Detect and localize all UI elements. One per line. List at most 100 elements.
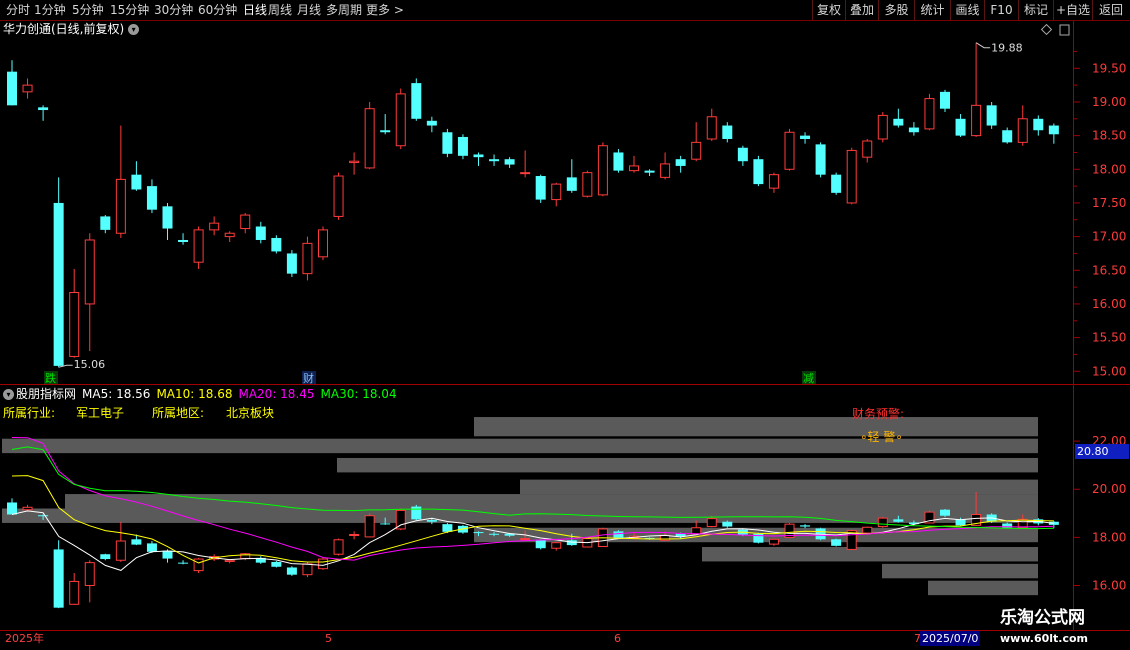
price-axis-label: 19.00: [1092, 95, 1126, 109]
ind-candle-body: [551, 542, 562, 549]
ind-candle-body: [411, 506, 422, 520]
ind-candle-body: [115, 540, 126, 561]
candle-body: [1033, 118, 1044, 131]
ind-candle-body: [940, 509, 950, 516]
date-axis-may: 5: [325, 632, 332, 645]
ind-candle-body: [349, 533, 360, 536]
ind-candle-body: [286, 567, 297, 575]
candle-body: [504, 159, 515, 165]
main-chart-title: 华力创通(日线,前复权) ▾: [3, 21, 140, 37]
candle-body: [209, 222, 220, 231]
ind-candle-body: [691, 527, 702, 535]
price-axis-label: 19.50: [1092, 61, 1126, 75]
candle-body: [908, 127, 919, 133]
candle-body: [240, 214, 251, 230]
ind-candle-body: [613, 531, 624, 538]
ind-candle-body: [162, 550, 173, 559]
candle-body: [862, 140, 873, 158]
ind-candle-body: [426, 520, 437, 522]
ind-candle-body: [675, 533, 686, 537]
candle-body: [955, 118, 966, 136]
watermark-url: www.60lt.com: [1000, 632, 1089, 645]
ma20-value: MA20: 18.45: [238, 387, 315, 401]
price-axis-label: 18.00: [1092, 162, 1126, 176]
candle-body: [224, 232, 235, 238]
chevron-down-icon[interactable]: ▾: [128, 24, 140, 35]
candle-body: [986, 105, 997, 126]
candle-body: [178, 239, 189, 242]
ma10-value: MA10: 18.68: [156, 387, 233, 401]
candle-body: [115, 178, 126, 234]
ma5-value: MA5: 18.56: [82, 387, 151, 401]
candle-body: [706, 116, 717, 140]
warning-bar: [65, 494, 1038, 509]
ind-candle-body: [302, 563, 313, 576]
ind-candle-body: [53, 549, 64, 608]
ind-candle-body: [69, 580, 80, 605]
price-axis-label: 17.00: [1092, 230, 1126, 244]
ind-candle-body: [380, 523, 391, 525]
candle-body: [815, 144, 826, 175]
finance-warning-label: 财务预警:: [852, 407, 905, 421]
indicator-name: 股朋指标网: [16, 387, 77, 401]
candle-body: [473, 154, 484, 158]
candle-body: [613, 152, 624, 171]
candle-body: [7, 71, 17, 106]
price-axis-label: 16.00: [1092, 297, 1126, 311]
ind-candle-body: [489, 533, 500, 535]
candle-body: [800, 135, 811, 139]
warning-bar: [882, 563, 1038, 579]
candle-body: [38, 107, 49, 111]
price-axis-label: 15.00: [1092, 364, 1126, 378]
warning-bar: [337, 457, 1038, 473]
ind-candle-body: [520, 538, 531, 541]
cursor-date: 2025/07/0: [920, 631, 981, 646]
candle-body: [442, 132, 453, 154]
candle-body: [737, 147, 748, 162]
ind-candle-body: [831, 539, 842, 546]
ma30-value: MA30: 18.04: [320, 387, 397, 401]
candle-body: [100, 216, 111, 230]
candle-body: [846, 149, 857, 204]
ind-candle-body: [877, 517, 888, 528]
candle-body: [162, 206, 173, 229]
ind-candle-body: [178, 562, 189, 564]
ind-candle-body: [706, 518, 717, 528]
candle-body: [768, 174, 779, 189]
candle-body: [971, 104, 982, 137]
ind-candle-body: [131, 539, 142, 545]
ind-candle-body: [768, 538, 779, 545]
ind-candle-body: [395, 509, 406, 530]
candle-body: [457, 136, 468, 156]
warning-bar: [928, 580, 1038, 596]
candle-body: [691, 141, 702, 160]
ind-candle-body: [893, 519, 904, 522]
chevron-down-icon[interactable]: ▾: [3, 389, 14, 400]
ind-candle-body: [318, 558, 328, 570]
candle-body: [644, 170, 655, 173]
candle-body: [349, 160, 360, 164]
chart-canvas: 19.50 19.00 18.50 18.00 17.50 17.00 16.50 16.00…: [0, 20, 1130, 631]
candle-body: [302, 242, 313, 275]
warning-bar: [702, 547, 1038, 562]
diamond-icon: [1040, 23, 1053, 36]
candle-body: [535, 176, 546, 200]
candle-body: [193, 229, 204, 263]
candle-body: [675, 159, 686, 166]
candle-body: [629, 165, 639, 172]
high-pointer: [975, 42, 991, 49]
candle-body: [831, 174, 842, 193]
ind-axis-label: 16.00: [1092, 579, 1126, 593]
candle-body: [940, 91, 950, 109]
candle-body: [22, 84, 33, 93]
price-axis-label: 15.50: [1092, 331, 1126, 345]
candle-body: [271, 237, 282, 252]
ind-candle-body: [100, 554, 111, 560]
region-label: 所属地区:: [152, 406, 205, 420]
candle-body: [1048, 125, 1059, 135]
candle-body: [877, 114, 888, 140]
scroll-icon: [1059, 24, 1070, 36]
ind-candle-body: [800, 525, 811, 527]
price-axis-label: 18.50: [1092, 129, 1126, 143]
candle-body: [1017, 118, 1028, 143]
